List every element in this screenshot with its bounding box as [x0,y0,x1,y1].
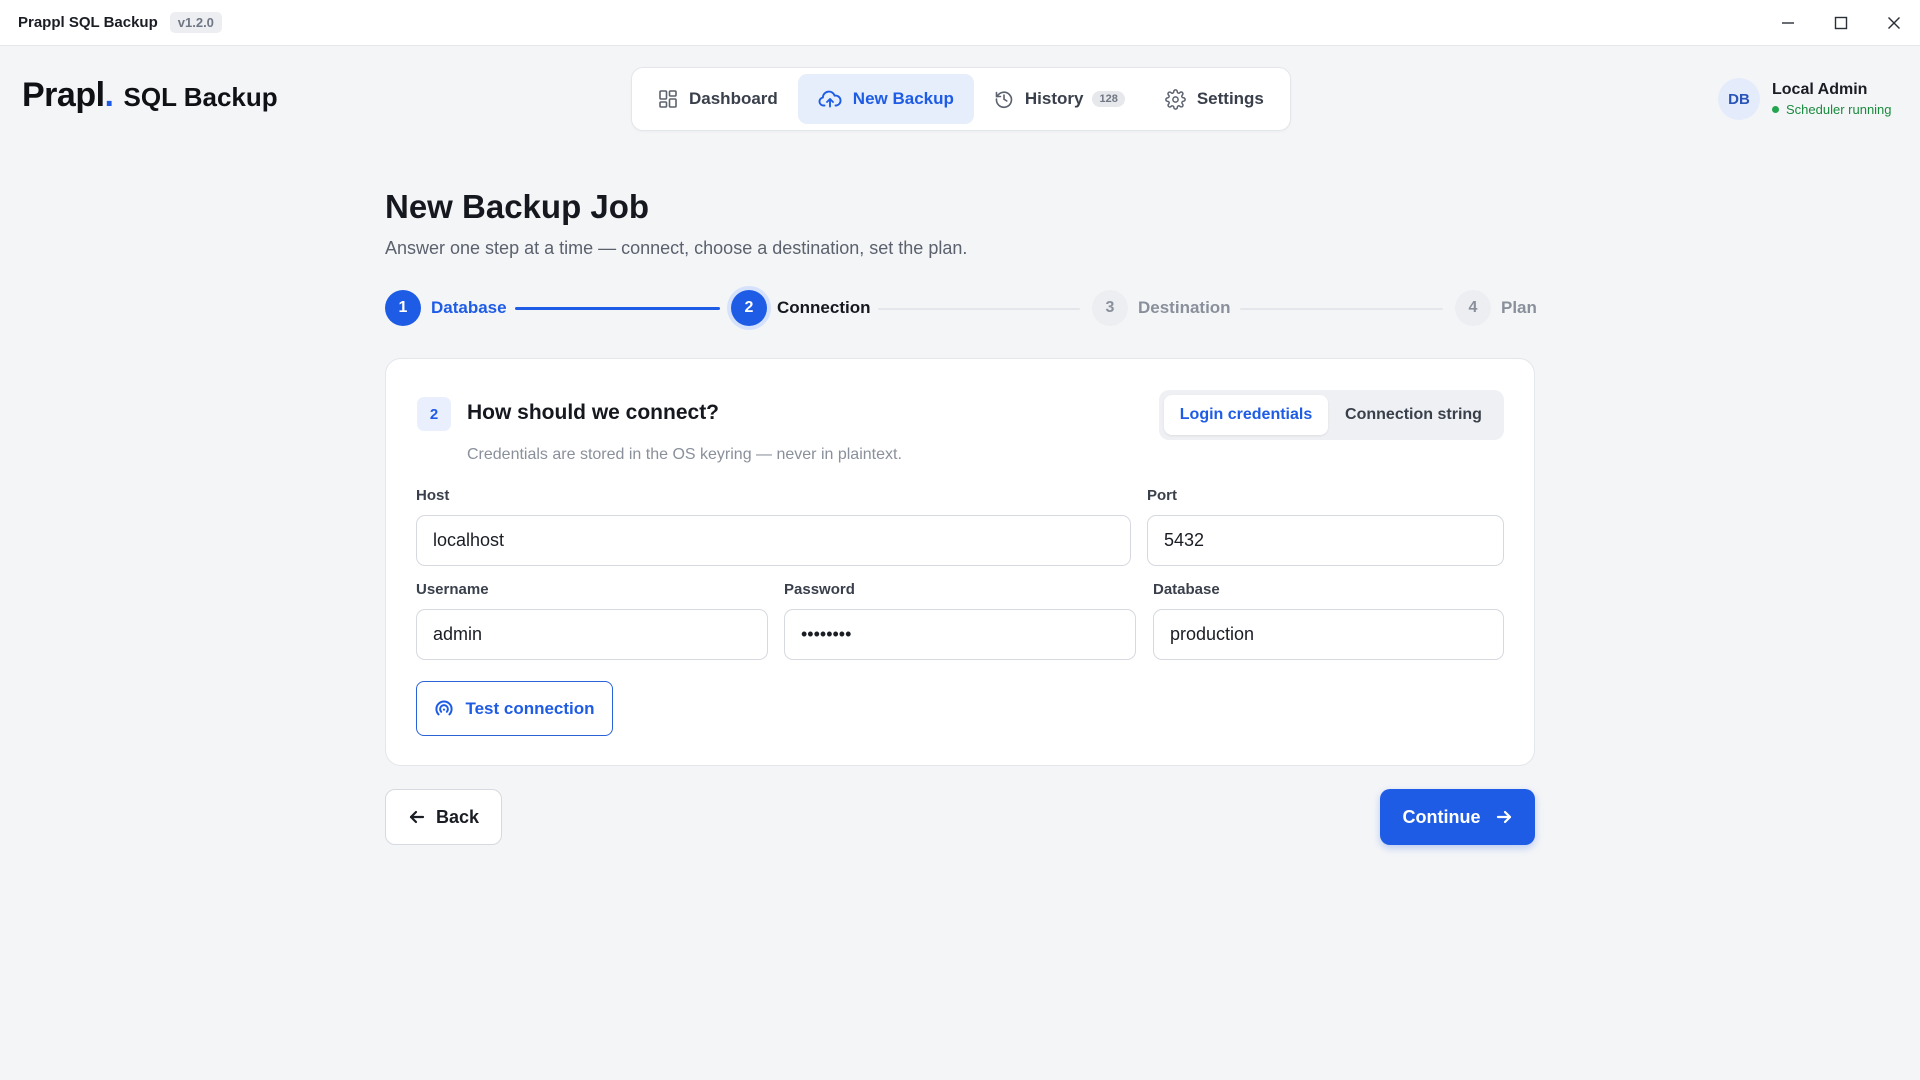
port-field: Port [1147,487,1504,566]
close-icon [1887,17,1900,29]
step-connection[interactable]: 2 Connection [731,290,871,326]
step-number: 2 [731,290,767,326]
port-label: Port [1147,487,1177,504]
page-title: New Backup Job [385,188,650,225]
host-input[interactable] [416,515,1131,566]
page-subtitle: Answer one step at a time — connect, cho… [385,238,968,258]
nav-item-new-backup[interactable]: New Backup [797,74,974,124]
version-badge: v1.2.0 [169,12,222,33]
password-input[interactable] [784,609,1136,660]
brand-mark: Prapl. [22,76,114,115]
step-connector-done [515,307,720,310]
step-database[interactable]: 1 Database [385,290,507,326]
step-label: Plan [1501,298,1537,317]
mode-connection-string[interactable]: Connection string [1328,395,1499,435]
nav-item-dashboard[interactable]: Dashboard [638,74,798,124]
username-field: Username [416,581,768,660]
brand-product: SQL Backup [123,82,278,112]
connection-mode-toggle: Login credentials Connection string [1159,390,1504,440]
back-label: Back [435,806,480,827]
continue-label: Continue [1402,806,1481,827]
nav-label-history: History [1024,89,1084,108]
mode-login-credentials[interactable]: Login credentials [1164,395,1328,435]
step-connector [878,308,1080,310]
test-connection-button[interactable]: Test connection [416,681,613,736]
scheduler-status: Scheduler running [1772,102,1892,117]
scheduler-status-text: Scheduler running [1786,102,1892,117]
nav-label-new-backup: New Backup [852,89,954,108]
cloud-upload-icon [818,90,842,108]
gear-icon [1165,88,1186,110]
card-step-number: 2 [417,397,451,431]
user-info: Local Admin Scheduler running [1772,81,1892,117]
avatar: DB [1718,78,1760,120]
port-input[interactable] [1147,515,1504,566]
nav-item-history[interactable]: History 128 [974,74,1145,124]
brand-mark-text: Prapl [22,76,105,114]
step-label: Database [431,298,507,317]
connection-card: 2 How should we connect? Credentials are… [385,358,1535,766]
close-button[interactable] [1867,0,1920,46]
arrow-right-icon [1496,810,1511,824]
back-button[interactable]: Back [385,789,502,845]
user-name: Local Admin [1772,81,1868,98]
database-label: Database [1153,581,1220,598]
step-number: 3 [1092,290,1128,326]
host-field: Host [416,487,1131,566]
host-label: Host [416,487,450,504]
username-label: Username [416,581,489,598]
step-destination[interactable]: 3 Destination [1092,290,1231,326]
brand-logo: Prapl. SQL Backup [22,76,278,115]
continue-button[interactable]: Continue [1380,789,1535,845]
arrow-left-icon [409,810,425,824]
nav-label-dashboard: Dashboard [689,89,778,108]
minimize-button[interactable] [1761,0,1814,46]
signal-icon [435,699,454,715]
history-clock-icon [995,91,1013,108]
maximize-button[interactable] [1814,0,1867,46]
step-plan[interactable]: 4 Plan [1455,290,1537,326]
database-input[interactable] [1153,609,1504,660]
password-field: Password [784,581,1136,660]
history-count-badge: 128 [1092,91,1125,107]
card-title: How should we connect? [467,401,720,424]
step-number: 1 [385,290,421,326]
card-help-text: Credentials are stored in the OS keyring… [467,446,902,463]
password-label: Password [784,581,855,598]
brand-dot: . [104,76,114,114]
window-controls [1761,0,1920,46]
step-number: 4 [1455,290,1491,326]
maximize-icon [1834,16,1847,30]
step-label: Connection [777,298,871,317]
nav-label-settings: Settings [1196,89,1264,108]
dashboard-grid-icon [659,90,677,108]
username-input[interactable] [416,609,768,660]
user-profile[interactable]: DB Local Admin Scheduler running [1718,78,1892,120]
database-field: Database [1153,581,1504,660]
minimize-icon [1781,22,1794,24]
status-dot-icon [1772,106,1779,113]
step-connector [1240,308,1443,310]
test-connection-label: Test connection [465,698,595,718]
window-titlebar: Prappl SQL Backup v1.2.0 [0,0,1920,46]
window-title: Prappl SQL Backup [18,14,158,31]
nav-item-settings[interactable]: Settings [1145,74,1284,124]
main-nav: Dashboard New Backup History 128 Setting… [631,67,1291,131]
step-label: Destination [1138,298,1231,317]
